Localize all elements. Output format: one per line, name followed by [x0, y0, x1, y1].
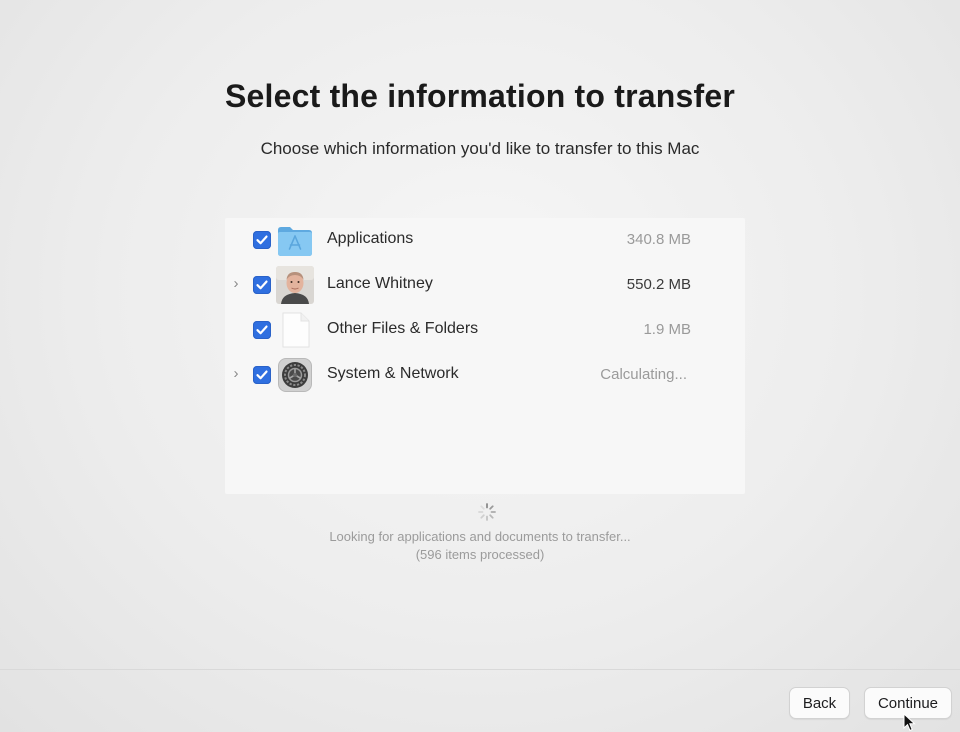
page-title: Select the information to transfer: [225, 78, 735, 114]
item-label-user: Lance Whitney: [327, 275, 433, 292]
item-size-applications: 340.8 MB: [626, 231, 691, 248]
checkmark-icon: [256, 325, 268, 335]
user-avatar: [276, 266, 314, 304]
document-icon: [276, 311, 314, 349]
item-label-system-network: System & Network: [327, 365, 459, 382]
list-item-system-network[interactable]: › System & Network Calculating...: [225, 353, 745, 397]
mouse-cursor-icon: [903, 712, 917, 732]
applications-folder-icon: [276, 221, 314, 259]
item-size-system-network: Calculating...: [600, 366, 687, 383]
checkbox-system-network[interactable]: [253, 366, 271, 384]
status-message: Looking for applications and documents t…: [329, 529, 631, 544]
item-label-other-files: Other Files & Folders: [327, 320, 479, 337]
chevron-right-icon[interactable]: ›: [230, 275, 242, 293]
item-size-user: 550.2 MB: [626, 276, 691, 293]
system-settings-icon: [276, 356, 314, 394]
list-item-user[interactable]: › Lance Whitney 550.2 MB: [225, 263, 745, 307]
footer-divider: [0, 669, 960, 670]
back-button[interactable]: Back: [789, 687, 850, 719]
loading-spinner-icon: [477, 502, 497, 522]
checkbox-user[interactable]: [253, 276, 271, 294]
transfer-items-list: Applications 340.8 MB › Lance Whitney 55…: [225, 218, 745, 494]
checkmark-icon: [256, 235, 268, 245]
checkbox-other-files[interactable]: [253, 321, 271, 339]
checkmark-icon: [256, 280, 268, 290]
page-subtitle: Choose which information you'd like to t…: [260, 139, 700, 158]
chevron-right-icon[interactable]: ›: [230, 365, 242, 383]
checkmark-icon: [256, 370, 268, 380]
item-size-other-files: 1.9 MB: [643, 321, 691, 338]
item-label-applications: Applications: [327, 230, 414, 247]
status-count: (596 items processed): [415, 547, 545, 562]
list-item-applications[interactable]: Applications 340.8 MB: [225, 218, 745, 262]
list-item-other-files[interactable]: Other Files & Folders 1.9 MB: [225, 308, 745, 352]
checkbox-applications[interactable]: [253, 231, 271, 249]
